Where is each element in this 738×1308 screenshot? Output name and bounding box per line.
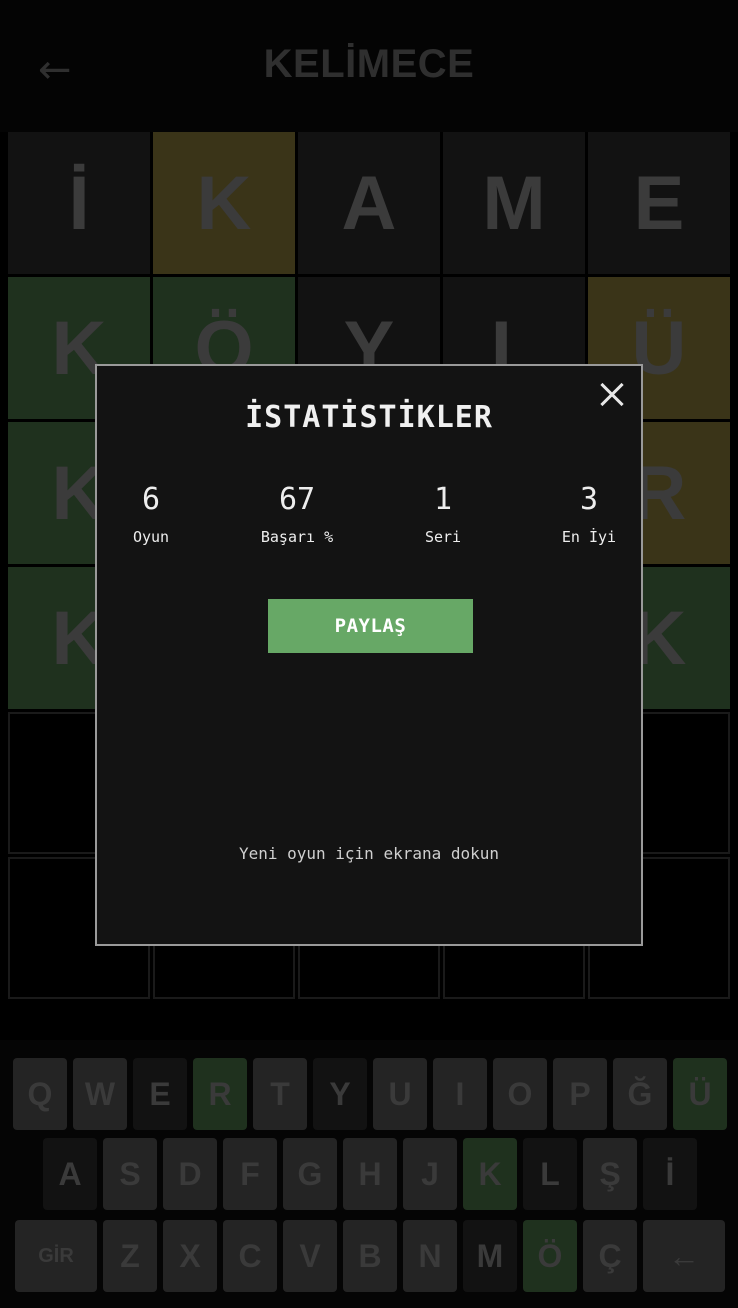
stat-value: 3: [579, 482, 599, 517]
stat-value: 6: [141, 482, 161, 517]
stat-played: 6 Oyun: [91, 482, 211, 546]
stat-value: 67: [278, 482, 316, 517]
new-game-hint: Yeni oyun için ekrana dokun: [238, 844, 500, 863]
stat-win-rate: 67 Başarı %: [237, 482, 357, 546]
stat-label: Başarı %: [260, 528, 334, 546]
statistics-modal: İSTATİSTİKLER 6 Oyun 67 Başarı % 1 Seri …: [95, 364, 643, 946]
share-button[interactable]: PAYLAŞ: [268, 599, 473, 653]
stat-value: 1: [433, 482, 453, 517]
modal-title: İSTATİSTİKLER: [245, 400, 493, 435]
stat-label: En İyi: [561, 528, 617, 546]
stat-best: 3 En İyi: [529, 482, 649, 546]
stat-streak: 1 Seri: [383, 482, 503, 546]
stat-label: Seri: [424, 528, 462, 546]
stat-label: Oyun: [132, 528, 170, 546]
